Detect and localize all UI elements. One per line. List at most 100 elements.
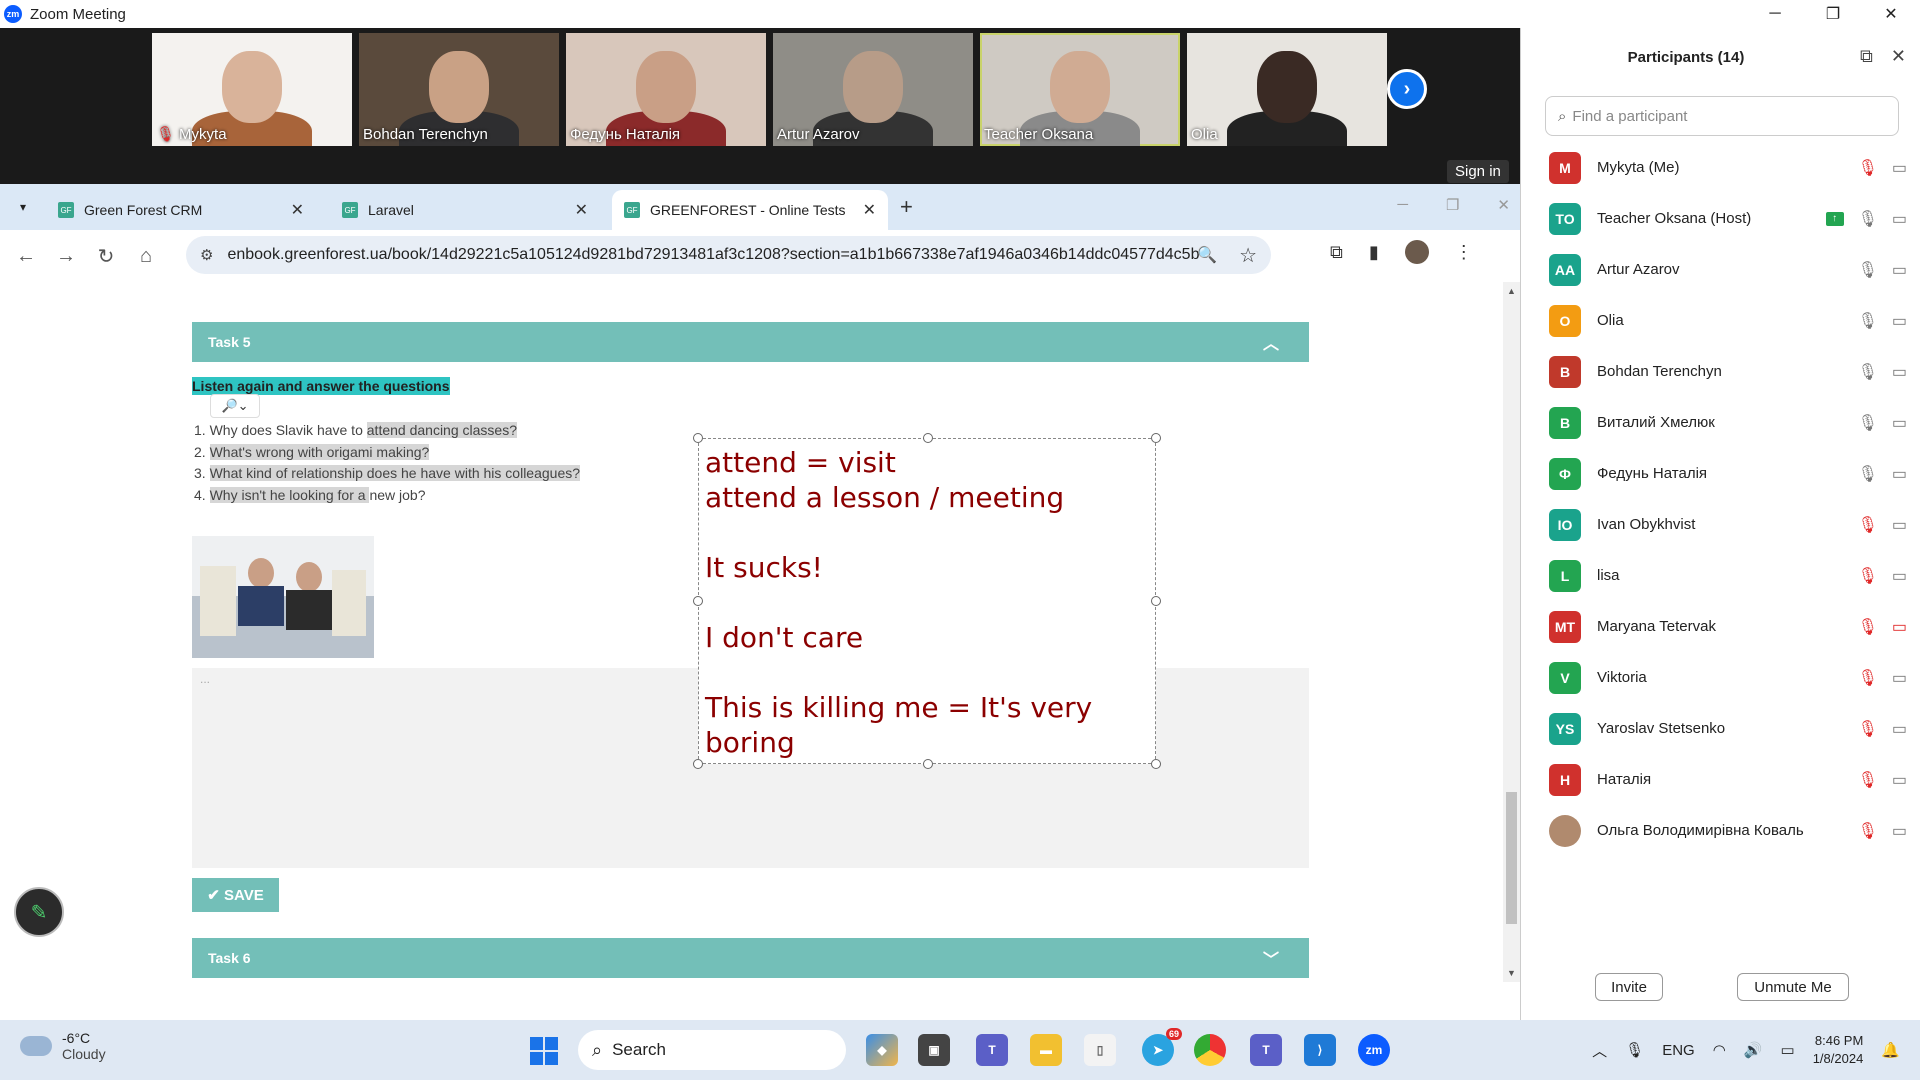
url-text[interactable]: enbook.greenforest.ua/book/14d29221c5a10… — [227, 246, 1227, 264]
video-camera-icon[interactable]: ▭ — [1892, 668, 1907, 688]
participant-row[interactable]: B Bohdan Terenchyn 🎙 ▭ — [1521, 346, 1920, 397]
telegram-icon[interactable]: ➤ 69 — [1142, 1028, 1182, 1066]
chevron-right-icon[interactable]: › — [1387, 69, 1427, 109]
video-tile-mykyta[interactable]: 🎙 Mykyta — [152, 33, 352, 146]
chevron-down-icon[interactable]: ﹀ — [1263, 946, 1279, 970]
address-bar[interactable]: ⚙ enbook.greenforest.ua/book/14d29221c5a… — [186, 236, 1271, 274]
bookmark-star-icon[interactable]: ☆ — [1239, 243, 1257, 268]
mic-icon[interactable]: 🎙 — [1858, 209, 1878, 229]
participant-row[interactable]: YS Yaroslav Stetsenko 🎙 ▭ — [1521, 703, 1920, 754]
tab-laravel[interactable]: GF Laravel ✕ — [330, 190, 600, 230]
video-camera-icon[interactable]: ▭ — [1892, 515, 1907, 535]
copilot-icon[interactable]: ◆ — [866, 1034, 898, 1066]
unmute-me-button[interactable]: Unmute Me — [1737, 973, 1849, 1001]
muted-mic-icon[interactable]: 🎙 — [1858, 770, 1878, 790]
tab-search-icon[interactable]: ▾ — [8, 192, 38, 222]
restore-button[interactable]: ❐ — [1804, 0, 1862, 28]
participant-row[interactable]: M Mykyta (Me) 🎙 ▭ — [1521, 142, 1920, 193]
close-tab-icon[interactable]: ✕ — [575, 200, 588, 220]
battery-icon[interactable]: ▭ — [1781, 1041, 1795, 1059]
muted-mic-icon[interactable]: 🎙 — [1858, 668, 1878, 688]
page-scrollbar[interactable]: ▲ ▼ — [1503, 282, 1520, 982]
taskbar-search-box[interactable]: ⌕ Search — [578, 1030, 846, 1070]
video-tile-fedun[interactable]: Федунь Наталія — [566, 33, 766, 146]
extensions-icon[interactable]: ⧉ — [1330, 242, 1343, 263]
browser-restore-icon[interactable]: ❐ — [1446, 196, 1459, 214]
pencil-icon[interactable]: ✎ — [14, 887, 64, 937]
zoom-app-icon[interactable]: zm — [1358, 1034, 1390, 1066]
muted-mic-icon[interactable]: 🎙 — [1858, 719, 1878, 739]
forward-arrow-icon[interactable]: → — [46, 236, 86, 276]
file-explorer-icon[interactable]: ▬ — [1030, 1034, 1062, 1066]
tab-green-forest-crm[interactable]: GF Green Forest CRM ✕ — [46, 190, 316, 230]
resize-handle[interactable] — [693, 596, 703, 606]
resize-handle[interactable] — [693, 759, 703, 769]
clock[interactable]: 8:46 PM 1/8/2024 — [1813, 1032, 1864, 1068]
wifi-icon[interactable]: ◠ — [1713, 1041, 1726, 1059]
close-button[interactable]: ✕ — [1862, 0, 1920, 28]
scroll-down-icon[interactable]: ▼ — [1507, 968, 1516, 978]
video-tile-artur[interactable]: Artur Azarov — [773, 33, 973, 146]
tab-greenforest-online-tests[interactable]: GF GREENFOREST - Online Tests ✕ — [612, 190, 888, 230]
task-6-header[interactable]: Task 6 ﹀ — [192, 938, 1309, 978]
annotation-text-box[interactable]: attend = visit attend a lesson / meeting… — [693, 433, 1161, 769]
vscode-icon[interactable]: ⟩ — [1304, 1034, 1336, 1066]
video-camera-icon[interactable]: ▭ — [1892, 464, 1907, 484]
windows-start-icon[interactable] — [530, 1037, 558, 1065]
notification-bell-icon[interactable]: 🔔 — [1881, 1041, 1900, 1059]
participant-row[interactable]: Ф Федунь Наталія 🎙 ▭ — [1521, 448, 1920, 499]
annotation-text[interactable]: attend = visit attend a lesson / meeting… — [705, 445, 1149, 760]
video-tile-bohdan[interactable]: Bohdan Terenchyn — [359, 33, 559, 146]
browser-minimize-icon[interactable]: ─ — [1397, 196, 1408, 214]
resize-handle[interactable] — [1151, 596, 1161, 606]
video-camera-icon[interactable]: ▭ — [1892, 566, 1907, 586]
home-icon[interactable]: ⌂ — [126, 236, 166, 276]
mic-icon[interactable]: 🎙 — [1858, 362, 1878, 382]
resize-handle[interactable] — [1151, 759, 1161, 769]
muted-mic-icon[interactable]: 🎙 — [1858, 617, 1878, 637]
participant-row[interactable]: IO Ivan Obykhvist 🎙 ▭ — [1521, 499, 1920, 550]
participant-row[interactable]: AA Artur Azarov 🎙 ▭ — [1521, 244, 1920, 295]
participant-row[interactable]: B Виталий Хмелюк 🎙 ▭ — [1521, 397, 1920, 448]
weather-widget[interactable]: -6°C Cloudy — [20, 1030, 106, 1062]
magnifier-icon[interactable]: 🔎⌄ — [210, 394, 260, 418]
chevron-up-icon[interactable]: ︿ — [1263, 330, 1279, 354]
mic-icon[interactable]: 🎙 — [1858, 413, 1878, 433]
language-indicator[interactable]: ENG — [1662, 1042, 1695, 1059]
microphone-icon[interactable]: 🎙 — [1625, 1041, 1644, 1059]
teams-icon[interactable]: T — [976, 1034, 1008, 1066]
video-camera-icon[interactable]: ▭ — [1892, 770, 1907, 790]
close-tab-icon[interactable]: ✕ — [291, 200, 304, 220]
resize-handle[interactable] — [923, 433, 933, 443]
close-panel-icon[interactable]: ✕ — [1891, 46, 1906, 67]
participant-row[interactable]: TO Teacher Oksana (Host) ↑ 🎙 ▭ — [1521, 193, 1920, 244]
mic-icon[interactable]: 🎙 — [1858, 464, 1878, 484]
video-camera-icon[interactable]: ▭ — [1892, 821, 1907, 841]
save-button[interactable]: ✔ SAVE — [192, 878, 279, 912]
chrome-icon[interactable] — [1194, 1034, 1226, 1066]
participant-row[interactable]: O Olia 🎙 ▭ — [1521, 295, 1920, 346]
video-camera-icon[interactable]: ▭ — [1892, 209, 1907, 229]
browser-close-icon[interactable]: ✕ — [1497, 196, 1510, 214]
teams-new-icon[interactable]: T — [1250, 1034, 1282, 1066]
resize-handle[interactable] — [923, 759, 933, 769]
task-5-header[interactable]: Task 5 ︿ — [192, 322, 1309, 362]
video-camera-icon[interactable]: ▭ — [1892, 719, 1907, 739]
menu-kebab-icon[interactable]: ⋮ — [1455, 242, 1473, 263]
video-camera-icon[interactable]: ▭ — [1892, 311, 1907, 331]
video-camera-icon[interactable]: ▭ — [1892, 413, 1907, 433]
chevron-up-icon[interactable]: ︿ — [1592, 1040, 1607, 1061]
resize-handle[interactable] — [1151, 433, 1161, 443]
invite-button[interactable]: Invite — [1595, 973, 1663, 1001]
muted-mic-icon[interactable]: 🎙 — [1858, 821, 1878, 841]
participant-row[interactable]: Ольга Володимирівна Коваль 🎙 ▭ — [1521, 805, 1920, 856]
video-tile-teacher-oksana[interactable]: Teacher Oksana — [980, 33, 1180, 146]
site-info-icon[interactable]: ⚙ — [200, 246, 213, 264]
muted-mic-icon[interactable]: 🎙 — [1858, 515, 1878, 535]
muted-mic-icon[interactable]: 🎙 — [1858, 566, 1878, 586]
notepad-icon[interactable]: ▯ — [1084, 1034, 1116, 1066]
resize-handle[interactable] — [693, 433, 703, 443]
participant-row[interactable]: H Наталія 🎙 ▭ — [1521, 754, 1920, 805]
zoom-icon[interactable]: 🔍 — [1197, 245, 1217, 265]
task-view-icon[interactable]: ▣ — [918, 1034, 950, 1066]
